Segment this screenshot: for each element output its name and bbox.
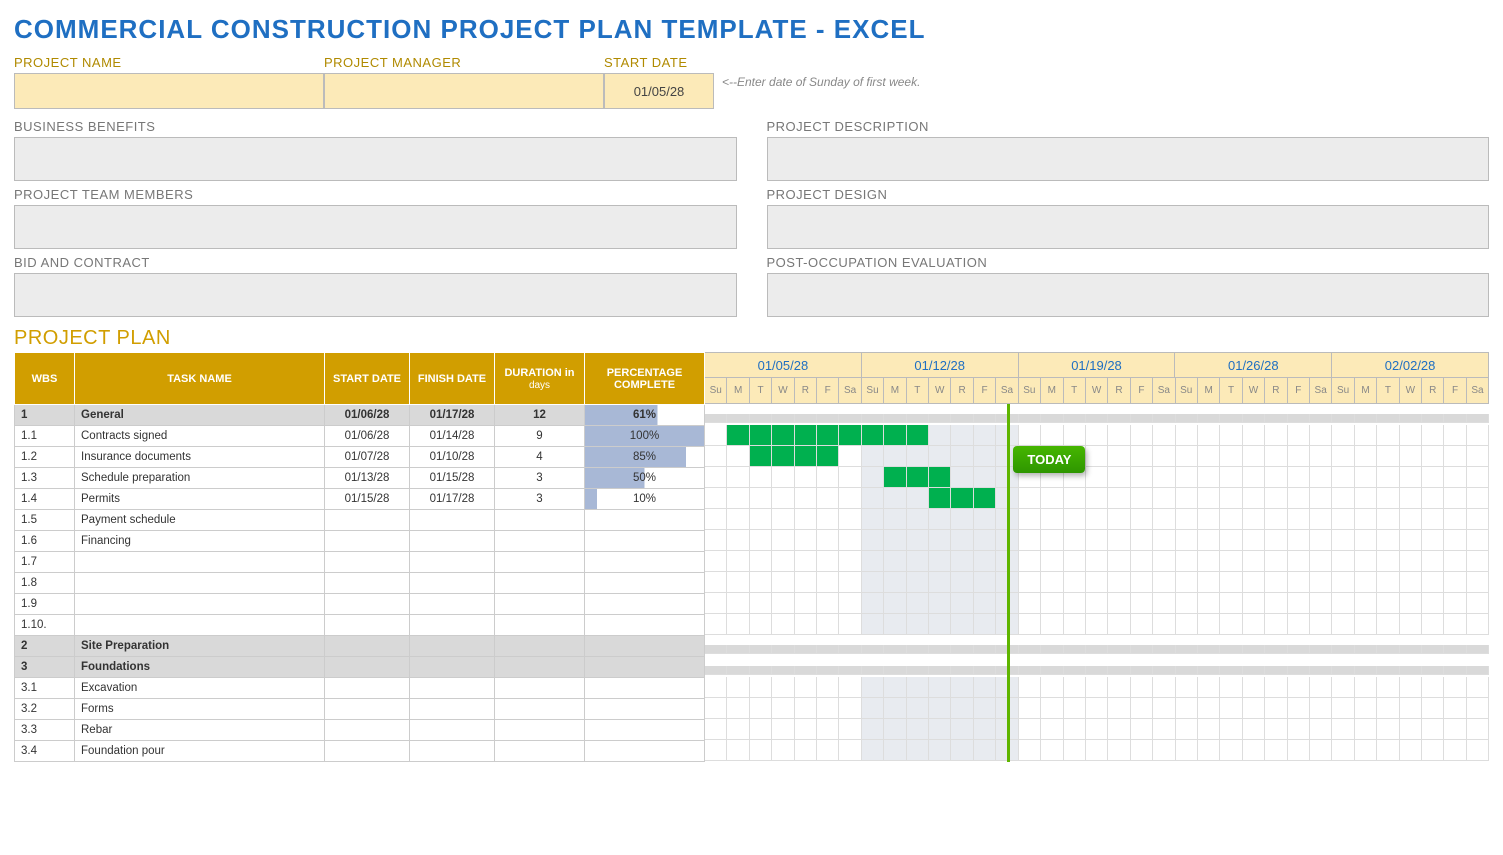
info-label: PROJECT DESCRIPTION: [767, 119, 1490, 134]
start-date-label: START DATE: [604, 55, 714, 70]
table-row[interactable]: 1.5Payment schedule: [15, 510, 705, 531]
gantt-row: [705, 467, 1489, 488]
day-header: SuMTWRFSaSuMTWRFSaSuMTWRFSaSuMTWRFSaSuMT…: [705, 378, 1489, 404]
today-badge: TODAY: [1013, 446, 1085, 473]
project-name-input[interactable]: [14, 73, 324, 109]
project-header: PROJECT NAME PROJECT MANAGER START DATE …: [14, 55, 1489, 109]
table-row[interactable]: 2Site Preparation: [15, 636, 705, 657]
info-input[interactable]: [767, 205, 1490, 249]
table-row[interactable]: 3.2Forms: [15, 699, 705, 720]
week-header: 01/05/2801/12/2801/19/2801/26/2802/02/28: [705, 352, 1489, 378]
today-line: [1007, 404, 1010, 762]
project-plan-heading: PROJECT PLAN: [14, 327, 1489, 350]
table-row[interactable]: 1.6Financing: [15, 531, 705, 552]
table-row[interactable]: 1.10.: [15, 615, 705, 636]
plan-container: WBS TASK NAME START DATE FINISH DATE DUR…: [14, 352, 1489, 762]
info-label: PROJECT DESIGN: [767, 187, 1490, 202]
gantt-row: [705, 572, 1489, 593]
table-row[interactable]: 1.8: [15, 573, 705, 594]
info-input[interactable]: [14, 137, 737, 181]
gantt-row: [705, 593, 1489, 614]
start-date-hint: <--Enter date of Sunday of first week.: [722, 55, 920, 109]
gantt-row: [705, 488, 1489, 509]
project-manager-input[interactable]: [324, 73, 604, 109]
table-row[interactable]: 1.7: [15, 552, 705, 573]
col-duration: DURATION indays: [495, 353, 585, 405]
gantt-row: [705, 677, 1489, 698]
gantt-row: [705, 656, 1489, 677]
table-row[interactable]: 1.3Schedule preparation01/13/2801/15/283…: [15, 468, 705, 489]
info-label: BUSINESS BENEFITS: [14, 119, 737, 134]
table-row[interactable]: 1.2Insurance documents01/07/2801/10/2848…: [15, 447, 705, 468]
info-label: POST-OCCUPATION EVALUATION: [767, 255, 1490, 270]
task-table: WBS TASK NAME START DATE FINISH DATE DUR…: [14, 352, 705, 762]
info-input[interactable]: [14, 205, 737, 249]
info-label: PROJECT TEAM MEMBERS: [14, 187, 737, 202]
col-wbs: WBS: [15, 353, 75, 405]
project-name-label: PROJECT NAME: [14, 55, 324, 70]
table-row[interactable]: 3.3Rebar: [15, 720, 705, 741]
info-input[interactable]: [767, 137, 1490, 181]
info-label: BID AND CONTRACT: [14, 255, 737, 270]
gantt-row: [705, 530, 1489, 551]
project-manager-label: PROJECT MANAGER: [324, 55, 604, 70]
gantt-row: [705, 551, 1489, 572]
info-input[interactable]: [767, 273, 1490, 317]
info-input[interactable]: [14, 273, 737, 317]
gantt-row: [705, 614, 1489, 635]
gantt-row: [705, 740, 1489, 761]
gantt-chart: 01/05/2801/12/2801/19/2801/26/2802/02/28…: [705, 352, 1489, 762]
table-row[interactable]: 1.4Permits01/15/2801/17/28310%: [15, 489, 705, 510]
table-row[interactable]: 1.9: [15, 594, 705, 615]
gantt-row: [705, 446, 1489, 467]
col-percent: PERCENTAGE COMPLETE: [585, 353, 705, 405]
gantt-row: [705, 719, 1489, 740]
table-row[interactable]: 1.1Contracts signed01/06/2801/14/289100%: [15, 426, 705, 447]
table-row[interactable]: 1General01/06/2801/17/281261%: [15, 405, 705, 426]
col-start: START DATE: [325, 353, 410, 405]
col-finish: FINISH DATE: [410, 353, 495, 405]
page-title: COMMERCIAL CONSTRUCTION PROJECT PLAN TEM…: [14, 14, 1489, 45]
table-row[interactable]: 3.1Excavation: [15, 678, 705, 699]
table-row[interactable]: 3.4Foundation pour: [15, 741, 705, 762]
gantt-row: [705, 509, 1489, 530]
gantt-row: [705, 425, 1489, 446]
gantt-row: [705, 698, 1489, 719]
start-date-input[interactable]: 01/05/28: [604, 73, 714, 109]
gantt-row: [705, 635, 1489, 656]
table-row[interactable]: 3Foundations: [15, 657, 705, 678]
col-task: TASK NAME: [75, 353, 325, 405]
gantt-row: [705, 404, 1489, 425]
